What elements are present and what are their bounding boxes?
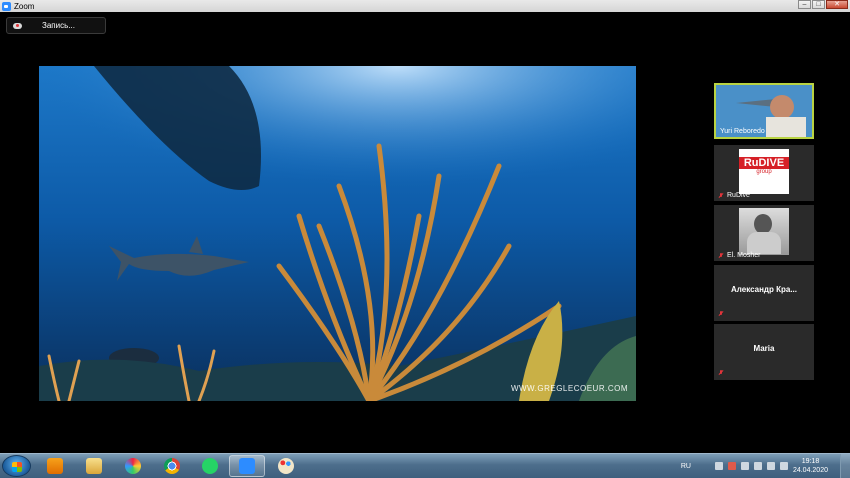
taskbar-whatsapp[interactable] <box>192 455 228 477</box>
windows-taskbar: RU 19:18 24.04.2020 <box>0 453 850 478</box>
tray-expand-icon[interactable] <box>714 462 723 470</box>
minimize-button[interactable]: – <box>798 0 811 9</box>
device-icon[interactable] <box>740 462 749 470</box>
taskbar-media-player[interactable] <box>37 455 73 477</box>
shared-screen: WWW.GREGLECOEUR.COM <box>39 66 636 401</box>
zoom-icon <box>239 458 255 474</box>
chrome-icon <box>164 458 180 474</box>
recording-label: Запись... <box>42 21 75 30</box>
battery-icon[interactable] <box>753 462 762 470</box>
participant-tile-maria[interactable]: Maria <box>714 324 814 380</box>
volume-icon[interactable] <box>779 462 788 470</box>
meeting-area: Запись... WWW.GREGLECOEUR.COM Yuri Rebor… <box>0 12 850 453</box>
paint-icon <box>278 458 294 474</box>
taskbar-photo-gallery[interactable] <box>115 455 151 477</box>
zoom-app-icon <box>2 1 11 11</box>
participant-tile-rudive[interactable]: RuDIVE group RuDive <box>714 145 814 201</box>
clock-time: 19:18 <box>801 458 820 465</box>
participant-name: Maria <box>753 344 775 353</box>
clock[interactable]: 19:18 24.04.2020 <box>793 457 828 475</box>
participant-name: RuDive <box>718 192 750 199</box>
maximize-button[interactable]: □ <box>812 0 825 9</box>
folder-icon <box>86 458 102 474</box>
whatsapp-icon <box>202 458 218 474</box>
rudive-logo: RuDIVE group <box>739 149 789 194</box>
clock-date: 24.04.2020 <box>792 467 828 474</box>
network-icon[interactable] <box>766 462 775 470</box>
participant-photo <box>739 208 789 255</box>
start-button[interactable] <box>2 455 31 477</box>
participant-tile-yuri-reboredo[interactable]: Yuri Reboredo <box>714 83 814 139</box>
mic-muted-icon <box>718 311 724 317</box>
close-button[interactable]: ✕ <box>826 0 848 9</box>
photo-gallery-icon <box>125 458 141 474</box>
participant-tile-el-mosher[interactable]: El. Mosher <box>714 205 814 261</box>
participant-tile-aleksandr[interactable]: Александр Кра... <box>714 265 814 321</box>
underwater-scene-image <box>39 66 636 401</box>
system-tray: RU 19:18 24.04.2020 <box>681 454 850 478</box>
mic-muted-icon <box>718 192 724 199</box>
participant-name: Александр Кра... <box>730 285 797 294</box>
watermark-text: WWW.GREGLECOEUR.COM <box>510 384 628 393</box>
language-indicator[interactable]: RU <box>681 463 691 470</box>
taskbar-chrome[interactable] <box>154 455 190 477</box>
cloud-record-icon <box>13 22 22 29</box>
window-controls: – □ ✕ <box>797 0 848 11</box>
mic-muted-icon <box>718 370 724 376</box>
taskbar-zoom[interactable] <box>229 455 265 477</box>
participant-name: El. Mosher <box>718 252 760 259</box>
mic-muted-icon <box>718 252 724 259</box>
taskbar-file-explorer[interactable] <box>76 455 112 477</box>
window-title: Zoom <box>14 1 35 11</box>
participant-name: Yuri Reboredo <box>720 128 765 135</box>
taskbar-paint[interactable] <box>268 455 304 477</box>
action-center-icon[interactable] <box>727 462 736 470</box>
show-desktop-button[interactable] <box>840 454 850 478</box>
recording-indicator[interactable]: Запись... <box>6 17 106 34</box>
window-titlebar[interactable]: Zoom – □ ✕ <box>0 0 850 12</box>
media-player-icon <box>47 458 63 474</box>
